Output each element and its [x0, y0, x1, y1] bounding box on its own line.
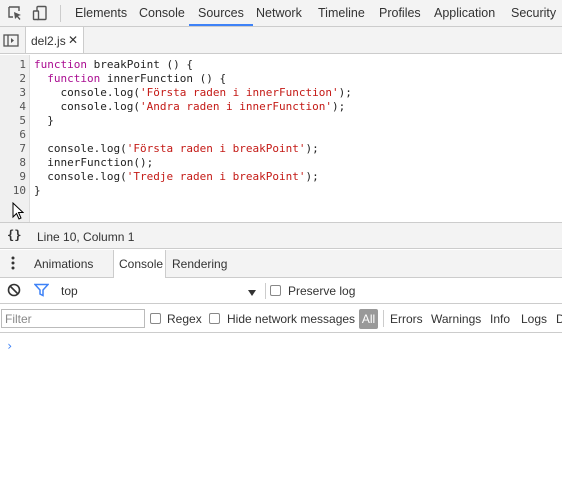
code-token: console.log(: [34, 100, 140, 113]
console-filter-bar: Regex Hide network messages All Errors W…: [0, 304, 562, 333]
sources-tabbed-pane-header: del2.js ✕: [0, 27, 562, 54]
code-token: );: [332, 100, 346, 113]
code-token: console.log(: [34, 86, 140, 99]
code-line[interactable]: 6: [0, 128, 562, 142]
code-token: }: [34, 184, 41, 197]
tab-network[interactable]: Network: [256, 0, 302, 26]
filter-input[interactable]: [1, 309, 145, 328]
code-line[interactable]: 3 console.log('Första raden i innerFunct…: [0, 86, 562, 100]
code-text: console.log('Tredje raden i breakPoint')…: [34, 170, 319, 184]
line-number[interactable]: 9: [0, 170, 26, 184]
code-text: console.log('Första raden i innerFunctio…: [34, 86, 352, 100]
drawer-tab-animations[interactable]: Animations: [34, 257, 93, 271]
tab-elements[interactable]: Elements: [75, 0, 127, 26]
level-debug-button[interactable]: D: [556, 312, 562, 326]
dropdown-arrow-icon[interactable]: [247, 286, 257, 296]
code-text: }: [34, 114, 54, 128]
code-text: function innerFunction () {: [34, 72, 226, 86]
line-number[interactable]: 5: [0, 114, 26, 128]
context-selector[interactable]: top: [61, 284, 78, 298]
level-errors-button[interactable]: Errors: [390, 312, 423, 326]
code-token: 'Tredje raden i breakPoint': [126, 170, 306, 183]
code-token: innerFunction();: [34, 156, 154, 169]
line-number[interactable]: 7: [0, 142, 26, 156]
line-number[interactable]: 8: [0, 156, 26, 170]
code-token: }: [34, 114, 54, 127]
preserve-log-label: Preserve log: [288, 284, 356, 298]
code-text: innerFunction();: [34, 156, 153, 170]
code-token: function: [34, 58, 87, 71]
level-all-button[interactable]: All: [359, 309, 378, 329]
hide-network-checkbox[interactable]: [209, 313, 220, 324]
code-token: 'Första raden i innerFunction': [139, 86, 339, 99]
code-line[interactable]: 1 function breakPoint () {: [0, 58, 562, 72]
file-tab-del2[interactable]: del2.js ✕: [25, 27, 84, 53]
code-line[interactable]: 7 console.log('Första raden i breakPoint…: [0, 142, 562, 156]
code-token: console.log(: [34, 142, 127, 155]
code-line[interactable]: 4 console.log('Andra raden i innerFuncti…: [0, 100, 562, 114]
code-line[interactable]: 5 }: [0, 114, 562, 128]
navigator-toggle-icon[interactable]: [3, 33, 19, 49]
level-info-button[interactable]: Info: [490, 312, 510, 326]
code-line[interactable]: 2 function innerFunction () {: [0, 72, 562, 86]
drawer-tab-rendering[interactable]: Rendering: [172, 257, 227, 271]
clear-console-icon[interactable]: [7, 283, 23, 299]
line-number[interactable]: 6: [0, 128, 26, 142]
drawer-menu-icon[interactable]: [11, 256, 15, 270]
inspect-element-icon[interactable]: [7, 5, 23, 21]
level-warnings-button[interactable]: Warnings: [431, 312, 481, 326]
filter-icon[interactable]: [33, 283, 50, 299]
toolbar-divider: [60, 5, 61, 22]
toolbar-divider: [383, 310, 384, 327]
line-number[interactable]: 10: [0, 184, 26, 198]
tab-profiles[interactable]: Profiles: [379, 0, 421, 26]
code-editor[interactable]: 1 function breakPoint () {2 function inne…: [0, 55, 562, 222]
code-token: 'Första raden i breakPoint': [126, 142, 306, 155]
code-text: console.log('Första raden i breakPoint')…: [34, 142, 319, 156]
code-text: console.log('Andra raden i innerFunction…: [34, 100, 345, 114]
tab-console[interactable]: Console: [139, 0, 185, 26]
file-tab-label: del2.js: [31, 34, 66, 48]
hide-network-label: Hide network messages: [227, 312, 356, 326]
console-prompt[interactable]: ›: [6, 339, 13, 353]
code-line[interactable]: 10}: [0, 184, 562, 198]
code-token: console.log(: [34, 170, 127, 183]
code-text: function breakPoint () {: [34, 58, 193, 72]
close-icon[interactable]: ✕: [68, 33, 78, 47]
drawer-tab-bar: Animations Console Rendering: [0, 250, 562, 278]
code-token: );: [338, 86, 352, 99]
regex-label: Regex: [167, 312, 202, 326]
code-token: );: [305, 170, 319, 183]
code-line[interactable]: 8 innerFunction();: [0, 156, 562, 170]
line-number[interactable]: 2: [0, 72, 26, 86]
tab-security[interactable]: Security: [511, 0, 556, 26]
pretty-print-button[interactable]: {}: [7, 228, 21, 242]
device-mode-icon[interactable]: [32, 5, 48, 21]
line-number[interactable]: 4: [0, 100, 26, 114]
tab-application[interactable]: Application: [434, 0, 495, 26]
devtools-main-toolbar: Elements Console Sources Network Timelin…: [0, 0, 562, 27]
code-token: 'Andra raden i innerFunction': [139, 100, 333, 113]
code-token: breakPoint () {: [86, 58, 193, 71]
sources-status-bar: {} Line 10, Column 1: [0, 222, 562, 249]
code-line[interactable]: 9 console.log('Tredje raden i breakPoint…: [0, 170, 562, 184]
code-token: innerFunction () {: [100, 72, 227, 85]
tab-timeline[interactable]: Timeline: [318, 0, 365, 26]
code-token: );: [305, 142, 319, 155]
regex-checkbox[interactable]: [150, 313, 161, 324]
code-text: }: [34, 184, 41, 198]
drawer-tab-console[interactable]: Console: [119, 257, 163, 271]
line-number[interactable]: 3: [0, 86, 26, 100]
toolbar-divider: [265, 283, 266, 299]
mouse-cursor-icon: [12, 201, 25, 223]
level-logs-button[interactable]: Logs: [521, 312, 547, 326]
line-number[interactable]: 1: [0, 58, 26, 72]
preserve-log-checkbox[interactable]: [270, 285, 281, 296]
cursor-position: Line 10, Column 1: [37, 230, 135, 244]
console-toolbar: top Preserve log: [0, 278, 562, 304]
tab-sources[interactable]: Sources: [189, 0, 253, 26]
code-token: function: [47, 72, 101, 85]
